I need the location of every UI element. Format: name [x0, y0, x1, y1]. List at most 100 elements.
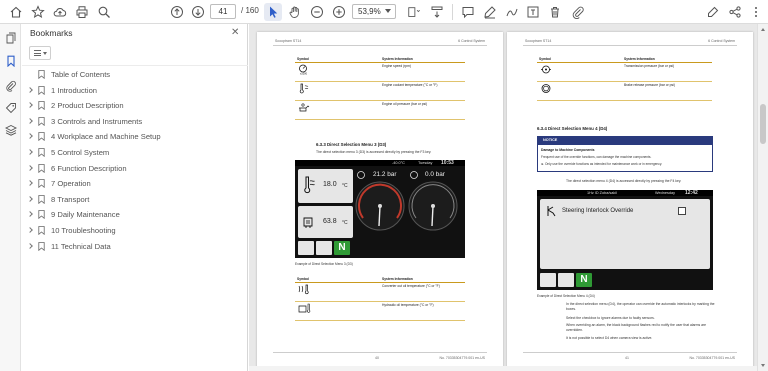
bookmark-icon: [38, 226, 45, 235]
hand-tool-icon[interactable]: [286, 3, 304, 21]
bookmark-item[interactable]: 2 Product Description: [22, 98, 248, 114]
bookmark-icon: [38, 194, 45, 204]
search-icon[interactable]: [95, 3, 113, 21]
bookmark-item[interactable]: 8 Transport: [22, 192, 248, 208]
page-down-icon[interactable]: [189, 3, 207, 21]
screen-time: 12:42: [685, 190, 698, 196]
override-label: Steering Interlock Override: [562, 208, 634, 214]
chevron-right-icon[interactable]: [27, 180, 33, 186]
chevron-right-icon[interactable]: [27, 86, 33, 93]
layers-icon[interactable]: [3, 122, 18, 137]
table-row: Transmission pressure (bar or psi): [622, 62, 712, 82]
chevron-right-icon[interactable]: [27, 102, 33, 109]
bookmark-label: 9 Daily Maintenance: [51, 210, 120, 220]
bookmark-item[interactable]: 9 Daily Maintenance: [22, 207, 248, 223]
bookmark-item[interactable]: Table of Contents: [22, 67, 248, 83]
bookmark-icon: [38, 101, 45, 111]
seat-icon: [316, 241, 332, 255]
scroll-up-icon[interactable]: [761, 28, 765, 31]
thumbnails-icon[interactable]: [3, 30, 18, 45]
seat-icon: [558, 273, 574, 287]
neutral-gear-indicator: N: [576, 273, 592, 287]
home-icon[interactable]: [7, 3, 25, 21]
pressure-gauges: [355, 171, 458, 231]
chevron-right-icon[interactable]: [27, 242, 33, 249]
delete-icon[interactable]: [546, 3, 564, 21]
scroll-mode-icon[interactable]: [428, 3, 446, 21]
more-menu-icon[interactable]: [747, 3, 765, 21]
page-40: Scooptram ST14 6 Control System Symbol Sy…: [257, 32, 503, 368]
chevron-right-icon[interactable]: [27, 149, 33, 155]
page-header-right: 6 Control System: [708, 39, 735, 43]
draw-icon[interactable]: [503, 3, 521, 21]
bookmark-item[interactable]: 3 Controls and Instruments: [22, 114, 248, 130]
scroll-down-icon[interactable]: [761, 364, 765, 367]
comment-icon[interactable]: [459, 3, 477, 21]
bookmark-icon: [38, 70, 45, 79]
page-total: / 160: [241, 6, 259, 15]
paragraph: When overriding an alarm, the black back…: [566, 323, 707, 332]
pressure1-value: 21.2 bar: [373, 171, 397, 178]
symbol-table-1: Symbol System Information x1000 Engine sp…: [295, 56, 465, 120]
bookmark-icon: [38, 132, 45, 142]
zoom-out-icon[interactable]: [308, 3, 326, 21]
zoom-level-select[interactable]: 53,9%: [352, 4, 396, 19]
coolant-temp-symbol: [295, 81, 380, 101]
bookmark-item[interactable]: 6 Function Description: [22, 161, 248, 177]
bookmarks-panel-icon[interactable]: [3, 53, 18, 68]
paragraph: In the direct selection menu (D4), the o…: [566, 302, 715, 311]
bookmark-label: 11 Technical Data: [51, 241, 111, 251]
section-heading-d4: 6.3.4 Direct Selection Menu 4 (D4): [537, 126, 608, 131]
override-panel: Steering Interlock Override: [540, 199, 710, 269]
d4-screen-image: 1Hz ID Zoba/sakil Wednesday 12:42 Steeri…: [537, 190, 713, 290]
document-viewer[interactable]: Scooptram ST14 6 Control System Symbol Sy…: [249, 24, 757, 371]
bookmark-label: 5 Control System: [51, 147, 110, 157]
attachments-icon[interactable]: [3, 78, 18, 93]
bookmark-star-icon[interactable]: [29, 3, 47, 21]
chevron-right-icon[interactable]: [27, 117, 33, 124]
select-cursor-icon[interactable]: [264, 3, 282, 21]
print-icon[interactable]: [73, 3, 91, 21]
sign-pen-icon[interactable]: [704, 3, 722, 21]
bookmark-icon: [38, 148, 45, 157]
text-box-icon[interactable]: [524, 3, 542, 21]
bookmark-item[interactable]: 4 Workplace and Machine Setup: [22, 129, 248, 145]
zoom-in-icon[interactable]: [330, 3, 348, 21]
chevron-right-icon[interactable]: [27, 133, 33, 140]
bookmark-icon: [38, 163, 45, 173]
paragraph: The direct selection menu 4 (D4) is acce…: [566, 179, 682, 183]
bookmark-item[interactable]: 1 Introduction: [22, 83, 248, 99]
hydraulic-temp-symbol: [295, 301, 380, 321]
tags-icon[interactable]: [3, 100, 18, 115]
highlight-pen-icon[interactable]: [481, 3, 499, 21]
bookmark-label: 1 Introduction: [51, 85, 98, 95]
table-row: Engine oil pressure (bar or psi): [380, 100, 465, 120]
figure-caption: Example of Direct Selection Menu 4 (D4): [537, 294, 595, 298]
page-number-input[interactable]: 41: [210, 4, 236, 19]
bookmark-item[interactable]: 7 Operation: [22, 176, 248, 192]
vertical-scrollbar[interactable]: [757, 24, 768, 371]
bookmark-label: 7 Operation: [51, 179, 91, 189]
bookmark-item[interactable]: 5 Control System: [22, 145, 248, 161]
document-number: No. 70335304779.001 en-US: [439, 356, 485, 360]
bookmark-options-button[interactable]: [29, 46, 51, 60]
attach-icon[interactable]: [569, 3, 587, 21]
bookmark-item[interactable]: 10 Troubleshooting: [22, 223, 248, 239]
chevron-right-icon[interactable]: [27, 211, 33, 218]
page-up-icon[interactable]: [168, 3, 186, 21]
bookmark-item[interactable]: 11 Technical Data: [22, 239, 248, 255]
cloud-upload-icon[interactable]: [51, 3, 69, 21]
close-icon[interactable]: ✕: [231, 27, 239, 38]
chevron-right-icon[interactable]: [27, 195, 33, 202]
chevron-right-icon[interactable]: [27, 227, 33, 233]
share-icon[interactable]: [726, 3, 744, 21]
fit-page-icon[interactable]: [403, 3, 425, 21]
horizontal-scrollbar[interactable]: [249, 366, 757, 371]
scroll-thumb[interactable]: [760, 104, 766, 144]
notice-header: NOTICE: [537, 136, 713, 144]
chevron-right-icon[interactable]: [27, 164, 33, 171]
bookmark-icon: [38, 210, 45, 220]
brake-pressure-symbol: [537, 81, 622, 101]
panel-title: Bookmarks: [30, 28, 73, 38]
override-checkbox: [678, 207, 686, 215]
